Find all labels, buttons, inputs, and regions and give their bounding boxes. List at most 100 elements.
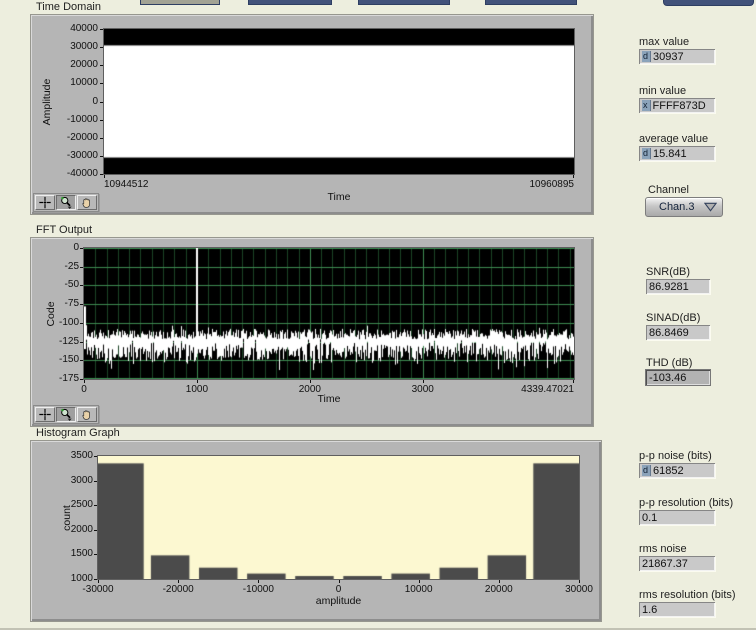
labview-front-panel: Time Domain 400003000020000100000-10000-…	[0, 0, 756, 630]
y-tick-label: -25	[35, 261, 79, 272]
average-value-input[interactable]: d 15.841	[639, 146, 715, 161]
snr-control: SNR(dB) 86.9281	[646, 266, 710, 294]
histogram-title: Histogram Graph	[36, 427, 120, 439]
x-tick-mark	[178, 579, 179, 583]
max-value-text: 30937	[653, 51, 684, 63]
zoom-tool-button[interactable]	[56, 195, 76, 210]
x-tick-mark	[258, 579, 259, 583]
y-tick-label: -100	[35, 317, 79, 328]
chevron-down-icon	[704, 202, 717, 212]
x-tick-mark	[197, 379, 198, 383]
thd-value[interactable]: -103.46	[646, 370, 710, 385]
crosshair-icon	[38, 408, 52, 421]
x-tick-label: -10000	[228, 584, 288, 595]
y-axis-label: count	[61, 505, 73, 531]
hand-icon	[80, 196, 94, 209]
cursor-tool-button[interactable]	[35, 407, 55, 422]
pan-tool-button[interactable]	[77, 195, 97, 210]
y-tick-label: 30000	[38, 41, 98, 52]
y-tick-label: 1500	[37, 548, 93, 559]
y-axis-label: Amplitude	[41, 78, 53, 125]
rms-resolution-value[interactable]: 1.6	[639, 602, 715, 617]
pp-noise-input[interactable]: d 61852	[639, 463, 715, 478]
y-tick-label: 3000	[37, 475, 93, 486]
max-value-label: max value	[639, 36, 715, 48]
x-tick-label: 0	[54, 384, 114, 395]
y-tick-label: -30000	[38, 150, 98, 161]
snr-text: 86.9281	[649, 281, 689, 293]
x-tick-label: 2000	[280, 384, 340, 395]
y-tick-label: 40000	[38, 23, 98, 34]
sinad-value[interactable]: 86.8469	[646, 325, 710, 340]
x-tick-label: 10960895	[494, 179, 574, 190]
graph-palette	[33, 193, 99, 212]
x-tick-mark	[98, 579, 99, 583]
cutoff-control-fragment	[663, 0, 754, 6]
snr-label: SNR(dB)	[646, 266, 710, 278]
fft-panel: 0-25-50-75-100-125-150-175CodeTime010002…	[30, 237, 594, 427]
min-value-label: min value	[639, 85, 715, 97]
max-value-control: max value d 30937	[639, 36, 715, 64]
cutoff-control-fragment	[358, 0, 450, 5]
cutoff-control-fragment	[485, 0, 577, 5]
time-domain-plot-area[interactable]	[104, 29, 574, 174]
fft-output-title: FFT Output	[36, 224, 92, 236]
x-tick-mark	[573, 379, 574, 383]
pp-noise-label: p-p noise (bits)	[639, 450, 715, 462]
graph-palette	[33, 405, 99, 424]
sinad-text: 86.8469	[649, 327, 689, 339]
thd-text: -103.46	[649, 372, 686, 384]
radix-indicator[interactable]: x	[642, 100, 651, 111]
x-tick-label: 10944512	[104, 179, 184, 190]
thd-label: THD (dB)	[646, 357, 710, 369]
y-tick-label: -20000	[38, 132, 98, 143]
histogram-plot-area[interactable]	[98, 456, 579, 579]
hand-icon	[80, 408, 94, 421]
channel-dropdown[interactable]: Chan.3	[645, 197, 723, 217]
fft-plot-area[interactable]	[84, 248, 574, 379]
thd-control: THD (dB) -103.46	[646, 357, 710, 385]
pp-resolution-control: p-p resolution (bits) 0.1	[639, 497, 733, 525]
histogram-panel: 350030002500200015001000countamplitude-3…	[30, 440, 602, 622]
x-tick-label: 30000	[549, 584, 609, 595]
y-tick-label: -40000	[38, 168, 98, 179]
x-tick-mark	[499, 579, 500, 583]
max-value-input[interactable]: d 30937	[639, 49, 715, 64]
x-tick-label: -20000	[148, 584, 208, 595]
x-tick-mark	[84, 379, 85, 383]
sinad-label: SINAD(dB)	[646, 312, 710, 324]
time-domain-title: Time Domain	[36, 1, 101, 13]
x-tick-mark	[579, 579, 580, 583]
rms-noise-value[interactable]: 21867.37	[639, 556, 715, 571]
x-tick-mark	[423, 379, 424, 383]
pp-noise-control: p-p noise (bits) d 61852	[639, 450, 715, 478]
sinad-control: SINAD(dB) 86.8469	[646, 312, 710, 340]
x-tick-label: 1000	[167, 384, 227, 395]
y-tick-label: -50	[35, 279, 79, 290]
cutoff-control-fragment	[248, 0, 332, 5]
snr-value[interactable]: 86.9281	[646, 279, 710, 294]
magnifier-icon	[59, 408, 73, 421]
radix-indicator[interactable]: d	[642, 465, 651, 476]
cursor-tool-button[interactable]	[35, 195, 55, 210]
y-tick-label: -125	[35, 336, 79, 347]
zoom-tool-button[interactable]	[56, 407, 76, 422]
average-value-label: average value	[639, 133, 715, 145]
pp-resolution-value[interactable]: 0.1	[639, 510, 715, 525]
x-tick-mark	[573, 174, 574, 178]
average-value-text: 15.841	[653, 148, 687, 160]
channel-label: Channel	[648, 184, 723, 196]
cutoff-control-fragment	[140, 0, 220, 5]
crosshair-icon	[38, 196, 52, 209]
average-value-control: average value d 15.841	[639, 133, 715, 161]
x-tick-label: 20000	[469, 584, 529, 595]
x-tick-mark	[419, 579, 420, 583]
channel-control: Channel Chan.3	[645, 184, 723, 217]
pan-tool-button[interactable]	[77, 407, 97, 422]
rms-noise-control: rms noise 21867.37	[639, 543, 715, 571]
pp-resolution-text: 0.1	[642, 512, 657, 524]
radix-indicator[interactable]: d	[642, 51, 651, 62]
radix-indicator[interactable]: d	[642, 148, 651, 159]
rms-resolution-text: 1.6	[642, 604, 657, 616]
min-value-input[interactable]: x FFFF873D	[639, 98, 715, 113]
